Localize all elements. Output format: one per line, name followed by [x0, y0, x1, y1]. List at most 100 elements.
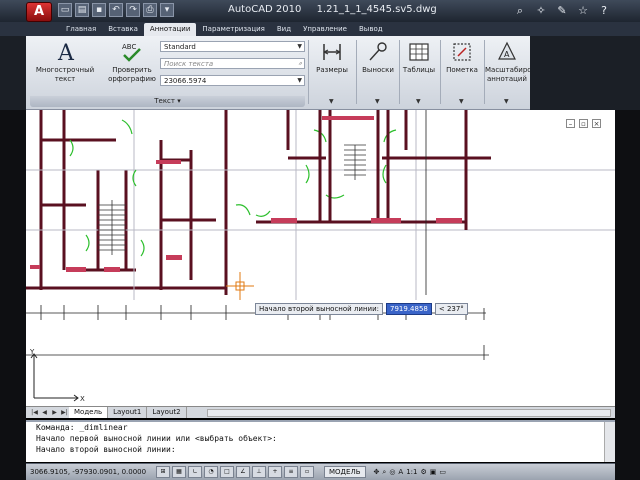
markup-dropdown-arrow[interactable]: ▼: [459, 98, 464, 105]
model-space-button[interactable]: МОДЕЛЬ: [324, 466, 366, 478]
distance-input[interactable]: 7919.4858: [386, 303, 432, 315]
horizontal-scrollbar[interactable]: [206, 408, 611, 417]
open-icon[interactable]: ▤: [75, 3, 89, 17]
ribbon-divider: [308, 40, 309, 104]
leaders-label: Выноски: [362, 66, 394, 74]
status-bar: 3066.9105, -97930.0901, 0.0000 ⊞ ▦ ∟ ◔ □…: [26, 463, 615, 480]
tab-manage[interactable]: Управление: [297, 23, 353, 36]
window-title: AutoCAD 2010 1.21_1_1_4545.sv5.dwg: [228, 4, 437, 15]
tables-dropdown-arrow[interactable]: ▼: [416, 98, 421, 105]
minimize-icon[interactable]: –: [566, 119, 575, 128]
close-icon[interactable]: ×: [592, 119, 601, 128]
undo-icon[interactable]: ↶: [109, 3, 123, 17]
otrack-icon[interactable]: ∠: [236, 466, 250, 478]
video-frame-right: [530, 36, 640, 110]
last-tab-icon[interactable]: ▶|: [60, 408, 69, 417]
grid-icon[interactable]: ▦: [172, 466, 186, 478]
search-text-input[interactable]: Поиск текста ⌕: [160, 58, 305, 69]
text-style-value: Standard: [164, 43, 196, 51]
ortho-icon[interactable]: ∟: [188, 466, 202, 478]
tab-home[interactable]: Главная: [60, 23, 102, 36]
clean-screen-icon[interactable]: ▭: [439, 468, 446, 477]
dyn-icon[interactable]: +: [268, 466, 282, 478]
annotation-scaling-dropdown-arrow[interactable]: ▼: [504, 98, 509, 105]
osnap-icon[interactable]: □: [220, 466, 234, 478]
spellcheck-icon: ABC: [122, 43, 141, 62]
tooltip-prompt: Начало второй выносной линии:: [255, 303, 383, 315]
command-scrollbar[interactable]: [604, 422, 615, 462]
text-panel-label: Текст: [154, 97, 175, 105]
help-icon[interactable]: ?: [596, 3, 612, 18]
prev-tab-icon[interactable]: ◀: [40, 408, 49, 417]
stairs-right: [344, 144, 366, 180]
qp-icon[interactable]: ▫: [300, 466, 314, 478]
text-style-dropdown[interactable]: Standard ▼: [160, 41, 305, 52]
next-tab-icon[interactable]: ▶: [50, 408, 59, 417]
drawing-canvas[interactable]: – ▫ × Y X Начало второй выносной линии: …: [26, 110, 615, 406]
ucs-y-label: Y: [29, 348, 35, 356]
viewport-controls: – ▫ ×: [566, 119, 601, 128]
tab-insert[interactable]: Вставка: [102, 23, 144, 36]
markup-label: Пометка: [446, 66, 478, 74]
find-replace-icon[interactable]: ⌕: [299, 59, 302, 69]
svg-text:A: A: [57, 41, 75, 64]
search-placeholder: Поиск текста: [164, 60, 214, 68]
tab-layout1[interactable]: Layout1: [108, 407, 148, 418]
first-tab-icon[interactable]: |◀: [30, 408, 39, 417]
binoculars-icon[interactable]: ⌕: [512, 3, 528, 18]
tab-view[interactable]: Вид: [271, 23, 297, 36]
steering-wheel-icon[interactable]: ◎: [389, 468, 395, 477]
pan-icon[interactable]: ✥: [374, 468, 380, 477]
layout-nav: |◀ ◀ ▶ ▶|: [30, 408, 69, 417]
tools-icon[interactable]: ✎: [554, 3, 570, 18]
dimension-icon: [323, 44, 341, 60]
text-height-dropdown[interactable]: 23066.5974 ▼: [160, 75, 305, 86]
tab-annotate[interactable]: Аннотации: [143, 23, 197, 36]
tab-layout2[interactable]: Layout2: [147, 407, 187, 418]
new-icon[interactable]: ▭: [58, 3, 72, 17]
lock-icon[interactable]: ▣: [430, 468, 437, 477]
dropdown-icon[interactable]: ▾: [160, 3, 174, 17]
polar-icon[interactable]: ◔: [204, 466, 218, 478]
crosshair-cursor: [226, 272, 254, 300]
tab-model[interactable]: Модель: [69, 407, 109, 418]
quick-access-toolbar: ▭ ▤ ▪ ↶ ↷ ⎙ ▾: [58, 3, 174, 17]
tables-label: Таблицы: [402, 66, 436, 74]
print-icon[interactable]: ⎙: [143, 3, 157, 17]
layout-tab-bar: |◀ ◀ ▶ ▶| Модель Layout1 Layout2: [26, 406, 615, 418]
text-panel-title[interactable]: Текст ▾: [30, 96, 305, 107]
file-name: 1.21_1_1_4545.sv5.dwg: [316, 4, 437, 15]
annotation-scale-icon[interactable]: A: [398, 468, 403, 477]
star-icon[interactable]: ✧: [533, 3, 549, 18]
workspace-icon[interactable]: ⚙: [420, 468, 426, 477]
command-window[interactable]: Команда: _dimlinear Начало первой выносн…: [26, 420, 615, 462]
markup-icon: [453, 43, 471, 61]
favorites-icon[interactable]: ☆: [575, 3, 591, 18]
annotation-scale-value[interactable]: 1:1: [406, 468, 417, 477]
title-bar: A ▭ ▤ ▪ ↶ ↷ ⎙ ▾ AutoCAD 2010 1.21_1_1_45…: [0, 0, 640, 22]
ducs-icon[interactable]: ⊥: [252, 466, 266, 478]
restore-icon[interactable]: ▫: [579, 119, 588, 128]
save-icon[interactable]: ▪: [92, 3, 106, 17]
mtext-label: Многострочный текст: [35, 66, 95, 83]
door-swings: [69, 119, 397, 257]
dimension-dropdown-arrow[interactable]: ▼: [329, 98, 334, 105]
leaders-dropdown-arrow[interactable]: ▼: [375, 98, 380, 105]
wall-blocks-left: [30, 160, 182, 272]
lineweight-icon[interactable]: ≡: [284, 466, 298, 478]
tab-parametric[interactable]: Параметризация: [196, 23, 270, 36]
leader-icon: [369, 42, 387, 61]
video-frame-left: [0, 110, 26, 480]
drafting-toggles: ⊞ ▦ ∟ ◔ □ ∠ ⊥ + ≡ ▫: [156, 466, 314, 478]
mtext-icon: A: [57, 41, 75, 64]
angle-input[interactable]: < 237°: [434, 303, 468, 315]
application-menu-button[interactable]: A: [26, 2, 52, 22]
video-frame-left: [0, 36, 26, 110]
redo-icon[interactable]: ↷: [126, 3, 140, 17]
stairs-left: [98, 200, 126, 255]
tab-output[interactable]: Вывод: [353, 23, 389, 36]
ribbon-divider: [356, 40, 357, 104]
snap-icon[interactable]: ⊞: [156, 466, 170, 478]
zoom-icon[interactable]: ⌕: [382, 468, 386, 477]
ucs-icon: [30, 353, 79, 402]
